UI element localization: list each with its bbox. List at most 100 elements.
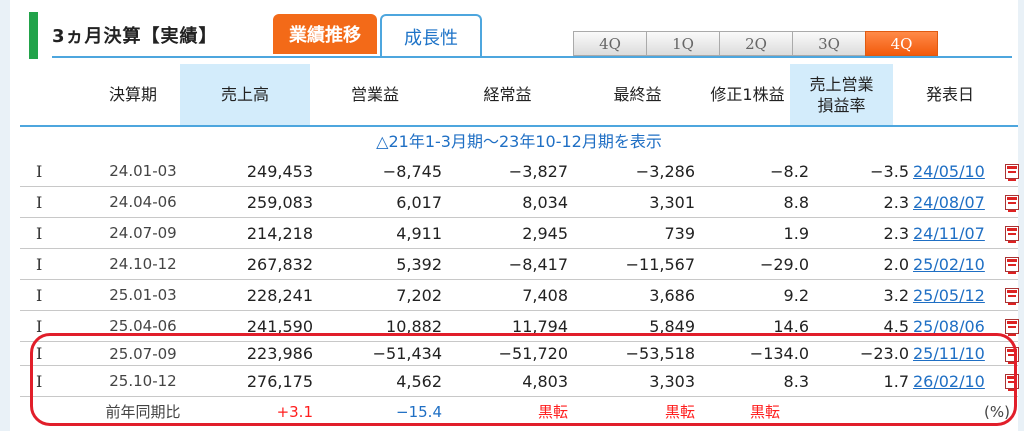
row-mark: I [36, 224, 43, 243]
announce-date-cell: 25/08/06 [913, 311, 1003, 342]
operating-cell: 4,562 [396, 372, 442, 391]
ordinary-cell: 4,803 [522, 372, 568, 391]
sales-cell: 228,241 [246, 286, 313, 305]
eps-cell: 14.6 [773, 317, 809, 336]
col-header-operating: 営業益 [350, 85, 399, 104]
announce-date-cell: 24/08/07 [913, 187, 1003, 218]
quarter-tab-4q-active[interactable]: 4Q [865, 31, 938, 56]
table-row: I 24.10-12 267,832 5,392 −8,417 −11,567 −29.0 2… [20, 249, 1019, 280]
quarter-tab-4q-prev[interactable]: 4Q [573, 31, 646, 56]
ordinary-cell: 2,945 [522, 224, 568, 243]
ordinary-cell: −51,720 [498, 344, 568, 363]
period-cell: 25.07-09 [109, 345, 177, 363]
net-cell: 3,686 [649, 286, 695, 305]
period-cell: 25.04-06 [109, 317, 177, 335]
net-cell: 3,301 [649, 193, 695, 212]
announce-date-cell: 25/05/12 [913, 280, 1003, 311]
header-rule [20, 125, 1018, 127]
col-header-sales: 売上高 [180, 64, 310, 125]
operating-cell: −8,745 [382, 162, 442, 181]
announce-date-link[interactable]: 24/05/10 [913, 162, 985, 181]
yoy-sales: +3.1 [276, 403, 313, 421]
quarter-tab-1q[interactable]: 1Q [646, 31, 719, 56]
operating-cell: 5,392 [396, 255, 442, 274]
eps-cell: 9.2 [783, 286, 809, 305]
eps-cell: −29.0 [759, 255, 809, 274]
col-header-margin-line1: 売上営業 [809, 74, 874, 94]
margin-cell: 1.7 [883, 372, 909, 391]
sales-cell: 259,083 [246, 193, 313, 212]
earnings-panel: 3ヵ月決算【実績】 業績推移 成長性 4Q 1Q 2Q 3Q 4Q 決算期 売上… [10, 0, 1019, 431]
header-divider [52, 56, 1012, 58]
quarter-tab-3q[interactable]: 3Q [792, 31, 865, 56]
display-range-link[interactable]: △21年1-3月期～23年10-12月期を表示 [20, 129, 1018, 155]
ordinary-cell: −3,827 [508, 162, 568, 181]
pdf-icon[interactable] [1005, 347, 1019, 364]
announce-date-link[interactable]: 26/02/10 [913, 372, 985, 391]
col-header-ordinary: 経常益 [483, 85, 532, 104]
pdf-icon[interactable] [1005, 319, 1019, 336]
margin-cell: 3.2 [883, 286, 909, 305]
tab-growth[interactable]: 成長性 [380, 14, 482, 58]
operating-cell: 10,882 [386, 317, 442, 336]
operating-cell: −51,434 [372, 344, 442, 363]
pdf-icon[interactable] [1005, 257, 1019, 274]
col-header-eps: 修正1株益 [710, 85, 785, 104]
announce-date-cell: 25/11/10 [913, 342, 1003, 366]
period-cell: 24.04-06 [109, 193, 177, 211]
announce-date-cell: 26/02/10 [913, 366, 1003, 397]
table-row: I 25.10-12 276,175 4,562 4,803 3,303 8.3 1.7 26/… [20, 366, 1019, 397]
period-cell: 24.07-09 [109, 224, 177, 242]
pdf-icon[interactable] [1005, 195, 1019, 212]
net-cell: −53,518 [625, 344, 695, 363]
table-row: I 24.04-06 259,083 6,017 8,034 3,301 8.8 2.3 24/… [20, 187, 1019, 218]
announce-date-link[interactable]: 25/05/12 [913, 286, 985, 305]
announce-date-link[interactable]: 25/08/06 [913, 317, 985, 336]
eps-cell: 8.8 [783, 193, 809, 212]
announce-date-link[interactable]: 24/11/07 [913, 224, 985, 243]
pdf-icon[interactable] [1005, 288, 1019, 305]
row-mark: I [36, 344, 43, 363]
announce-date-link[interactable]: 24/08/07 [913, 193, 985, 212]
net-cell: 739 [664, 224, 695, 243]
sales-cell: 223,986 [246, 344, 313, 363]
operating-cell: 7,202 [396, 286, 442, 305]
margin-cell: 4.5 [883, 317, 909, 336]
table-row: I 25.04-06 241,590 10,882 11,794 5,849 14.6 4.5… [20, 311, 1019, 342]
period-cell: 24.10-12 [109, 255, 177, 273]
margin-cell: 2.3 [883, 193, 909, 212]
eps-cell: −8.2 [770, 162, 809, 181]
tab-performance[interactable]: 業績推移 [273, 14, 377, 54]
yoy-label: 前年同期比 [105, 403, 181, 421]
col-header-period: 決算期 [108, 85, 157, 104]
table-row: I 24.01-03 249,453 −8,745 −3,827 −3,286 −8.2 −3… [20, 156, 1019, 187]
operating-cell: 6,017 [396, 193, 442, 212]
period-cell: 24.01-03 [109, 162, 177, 180]
sales-cell: 241,590 [246, 317, 313, 336]
sales-cell: 249,453 [246, 162, 313, 181]
col-header-margin: 売上営業 損益率 [790, 64, 893, 125]
pdf-icon[interactable] [1005, 226, 1019, 243]
ordinary-cell: −8,417 [508, 255, 568, 274]
table-row: I 24.07-09 214,218 4,911 2,945 739 1.9 2.3 24/11… [20, 218, 1019, 249]
col-header-margin-line2: 損益率 [817, 95, 866, 115]
sales-cell: 267,832 [246, 255, 313, 274]
ordinary-cell: 7,408 [522, 286, 568, 305]
announce-date-link[interactable]: 25/02/10 [913, 255, 985, 274]
yoy-net: 黒転 [664, 403, 695, 421]
pdf-icon[interactable] [1005, 374, 1019, 391]
ordinary-cell: 8,034 [522, 193, 568, 212]
announce-date-link[interactable]: 25/11/10 [913, 344, 985, 363]
row-mark: I [36, 162, 43, 181]
yoy-ordinary: 黒転 [537, 403, 568, 421]
yoy-eps: 黒転 [749, 403, 780, 421]
net-cell: 3,303 [649, 372, 695, 391]
margin-cell: −3.5 [870, 162, 909, 181]
header-accent-bar [29, 12, 38, 59]
margin-cell: −23.0 [859, 344, 909, 363]
sales-cell: 214,218 [246, 224, 313, 243]
quarter-tab-2q[interactable]: 2Q [719, 31, 792, 56]
period-cell: 25.01-03 [109, 286, 177, 304]
pdf-icon[interactable] [1005, 164, 1019, 181]
col-header-net: 最終益 [613, 85, 662, 104]
